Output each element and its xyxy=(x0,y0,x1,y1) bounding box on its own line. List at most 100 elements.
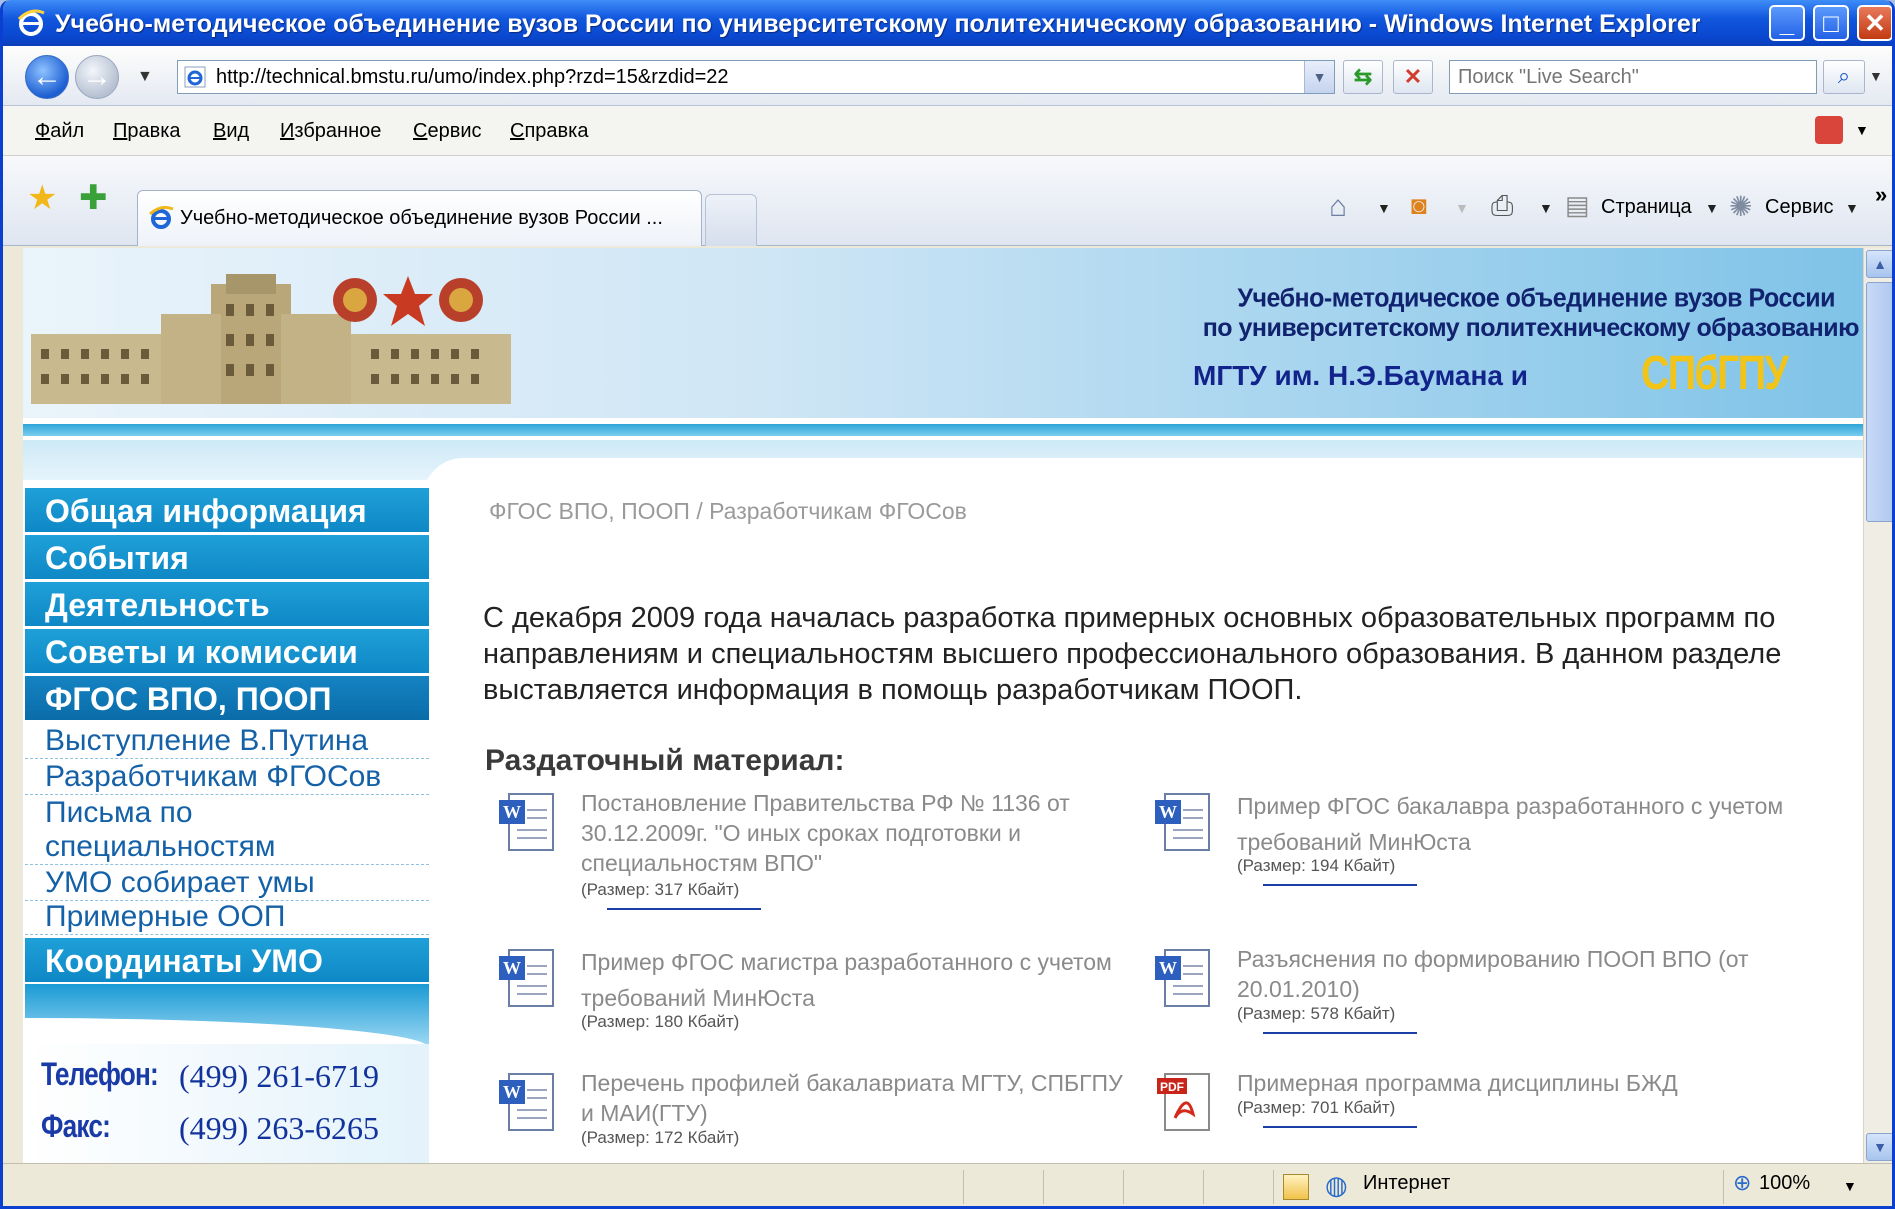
tab-ie-icon xyxy=(148,205,174,229)
address-bar: ← → ▼ ▼ ⇆ ✕ ⌕ ▼ xyxy=(3,46,1892,106)
forward-button[interactable]: → xyxy=(75,55,119,99)
doc-item[interactable]: W Пример ФГОС магистра разработанного с … xyxy=(497,944,1117,1034)
nav-general-info[interactable]: Общая информация xyxy=(25,488,429,534)
page-dropdown-icon[interactable]: ▼ xyxy=(1705,200,1719,216)
nav-fgos[interactable]: ФГОС ВПО, ПООП xyxy=(25,676,429,722)
search-input[interactable] xyxy=(1458,65,1808,89)
minimize-icon: _ xyxy=(1779,8,1795,38)
page-menu-button[interactable]: Страница xyxy=(1601,196,1692,219)
sublink-letters-line1[interactable]: Письма по xyxy=(25,796,429,830)
search-box[interactable] xyxy=(1449,60,1817,94)
url-input[interactable] xyxy=(216,64,1276,90)
doc-item[interactable]: W Пример ФГОС бакалавра разработанного с… xyxy=(1153,788,1783,888)
doc-item[interactable]: PDF Примерная программа дисциплины БЖД (… xyxy=(1153,1068,1773,1158)
ie-logo-icon xyxy=(17,9,45,36)
word-doc-icon: W xyxy=(1155,949,1210,1007)
doc-item[interactable]: W Перечень профилей бакалавриата МГТУ, С… xyxy=(497,1068,1123,1158)
feeds-icon[interactable]: ◙ xyxy=(1411,190,1427,221)
nav-events[interactable]: События xyxy=(25,535,429,581)
menu-view[interactable]: Вид xyxy=(213,120,249,143)
nav-coordinates[interactable]: Координаты УМО xyxy=(25,938,429,984)
doc-title[interactable]: Постановление Правительства РФ № 1136 от… xyxy=(581,788,1141,878)
arrow-right-icon: → xyxy=(82,60,112,93)
menu-file[interactable]: Файл xyxy=(35,120,84,143)
breadcrumb[interactable]: ФГОС ВПО, ПООП / Разработчикам ФГОСов xyxy=(489,498,967,525)
menu-tools[interactable]: Сервис xyxy=(413,120,482,143)
stop-button[interactable]: ✕ xyxy=(1393,60,1433,94)
fax-label: Факс: xyxy=(41,1108,111,1144)
url-dropdown-icon[interactable]: ▼ xyxy=(1304,61,1334,93)
status-divider xyxy=(1203,1170,1204,1204)
sublink-putin-speech[interactable]: Выступление В.Путина xyxy=(25,724,429,759)
doc-size: (Размер: 194 Кбайт) xyxy=(1237,856,1396,875)
tab-label: Учебно-методическое объединение вузов Ро… xyxy=(180,207,663,229)
translate-icon[interactable] xyxy=(1815,116,1843,144)
minimize-button[interactable]: _ xyxy=(1769,5,1805,41)
sublink-umo-minds[interactable]: УМО собирает умы xyxy=(25,866,429,901)
doc-title[interactable]: Пример ФГОС магистра разработанного с уч… xyxy=(581,944,1141,1016)
refresh-button[interactable]: ⇆ xyxy=(1343,60,1383,94)
doc-underline xyxy=(1263,884,1417,886)
print-icon[interactable]: ⎙ xyxy=(1491,190,1513,223)
doc-title[interactable]: Перечень профилей бакалавриата МГТУ, СПБ… xyxy=(581,1068,1141,1128)
banner-title-line2: по университетскому политехническому обр… xyxy=(1202,314,1860,342)
sublink-letters-line2[interactable]: специальностям xyxy=(25,830,429,865)
maximize-button[interactable]: □ xyxy=(1813,5,1849,41)
translate-dropdown-icon[interactable]: ▼ xyxy=(1855,122,1869,138)
search-button[interactable]: ⌕ xyxy=(1823,60,1865,94)
zoom-level[interactable]: 100% xyxy=(1759,1172,1810,1195)
contacts-panel: Телефон: (499) 261-6719 Факс: (499) 263-… xyxy=(25,1044,429,1163)
home-dropdown-icon[interactable]: ▼ xyxy=(1377,200,1391,216)
home-icon[interactable]: ⌂ xyxy=(1329,190,1347,224)
scroll-down-icon[interactable]: ▼ xyxy=(1866,1133,1892,1161)
history-dropdown-icon[interactable]: ▼ xyxy=(137,68,153,86)
scroll-thumb[interactable] xyxy=(1866,282,1892,522)
nav-activity[interactable]: Деятельность xyxy=(25,582,429,628)
feeds-dropdown-icon[interactable]: ▼ xyxy=(1455,200,1469,216)
zoom-dropdown-icon[interactable]: ▼ xyxy=(1843,1178,1857,1194)
back-button[interactable]: ← xyxy=(25,55,69,99)
doc-title[interactable]: Примерная программа дисциплины БЖД xyxy=(1237,1068,1797,1098)
menu-bar: Файл Правка Вид Избранное Сервис Справка… xyxy=(3,106,1892,156)
tools-dropdown-icon[interactable]: ▼ xyxy=(1845,200,1859,216)
add-favorite-icon[interactable]: ✚ xyxy=(79,178,108,218)
main-content: ФГОС ВПО, ПООП / Разработчикам ФГОСов С … xyxy=(433,488,1843,1163)
doc-item[interactable]: W Постановление Правительства РФ № 1136 … xyxy=(497,788,1117,910)
scroll-up-icon[interactable]: ▲ xyxy=(1866,250,1892,278)
doc-size: (Размер: 180 Кбайт) xyxy=(581,1012,740,1031)
menu-favorites[interactable]: Избранное xyxy=(280,120,381,143)
tools-menu-button[interactable]: Сервис xyxy=(1765,196,1834,219)
stop-icon: ✕ xyxy=(1403,64,1423,89)
protected-mode-icon[interactable] xyxy=(1283,1174,1309,1200)
nav-councils[interactable]: Советы и комиссии xyxy=(25,629,429,675)
tab-current[interactable]: Учебно-методическое объединение вузов Ро… xyxy=(137,190,702,246)
medals-image xyxy=(333,276,483,326)
phone-label: Телефон: xyxy=(41,1056,159,1092)
window-title: Учебно-методическое объединение вузов Ро… xyxy=(55,10,1701,38)
sublink-sample-oop[interactable]: Примерные ООП xyxy=(25,900,429,935)
status-divider xyxy=(1043,1170,1044,1204)
svg-text:W: W xyxy=(503,802,521,822)
chevron-more-icon[interactable]: » xyxy=(1875,182,1887,208)
status-divider xyxy=(1273,1170,1274,1204)
phone-number: (499) 261-6719 xyxy=(179,1058,379,1094)
new-tab-button[interactable] xyxy=(705,194,757,246)
search-options-icon[interactable]: ▼ xyxy=(1869,68,1883,84)
doc-item[interactable]: W Разъяснения по формированию ПООП ВПО (… xyxy=(1153,944,1773,1044)
sublink-fgos-developers[interactable]: Разработчикам ФГОСов xyxy=(25,760,429,795)
status-bar: ◍ Интернет ⊕ 100% ▼ xyxy=(3,1163,1892,1206)
vertical-scrollbar[interactable]: ▲ ▼ xyxy=(1863,248,1892,1163)
banner-title-line3: МГТУ им. Н.Э.Баумана и xyxy=(1193,360,1528,391)
doc-title[interactable]: Пример ФГОС бакалавра разработанного с у… xyxy=(1237,788,1797,860)
materials-heading: Раздаточный материал: xyxy=(485,744,845,777)
menu-edit[interactable]: Правка xyxy=(113,120,181,143)
menu-help[interactable]: Справка xyxy=(510,120,588,143)
maximize-icon: □ xyxy=(1823,8,1839,38)
doc-title[interactable]: Разъяснения по формированию ПООП ВПО (от… xyxy=(1237,944,1797,1004)
close-button[interactable]: ✕ xyxy=(1857,5,1892,41)
favorites-star-icon[interactable]: ★ xyxy=(27,178,57,218)
browser-window: Учебно-методическое объединение вузов Ро… xyxy=(0,0,1895,1209)
print-dropdown-icon[interactable]: ▼ xyxy=(1539,200,1553,216)
security-zone-label[interactable]: Интернет xyxy=(1363,1172,1450,1195)
url-box[interactable]: ▼ xyxy=(177,60,1335,94)
